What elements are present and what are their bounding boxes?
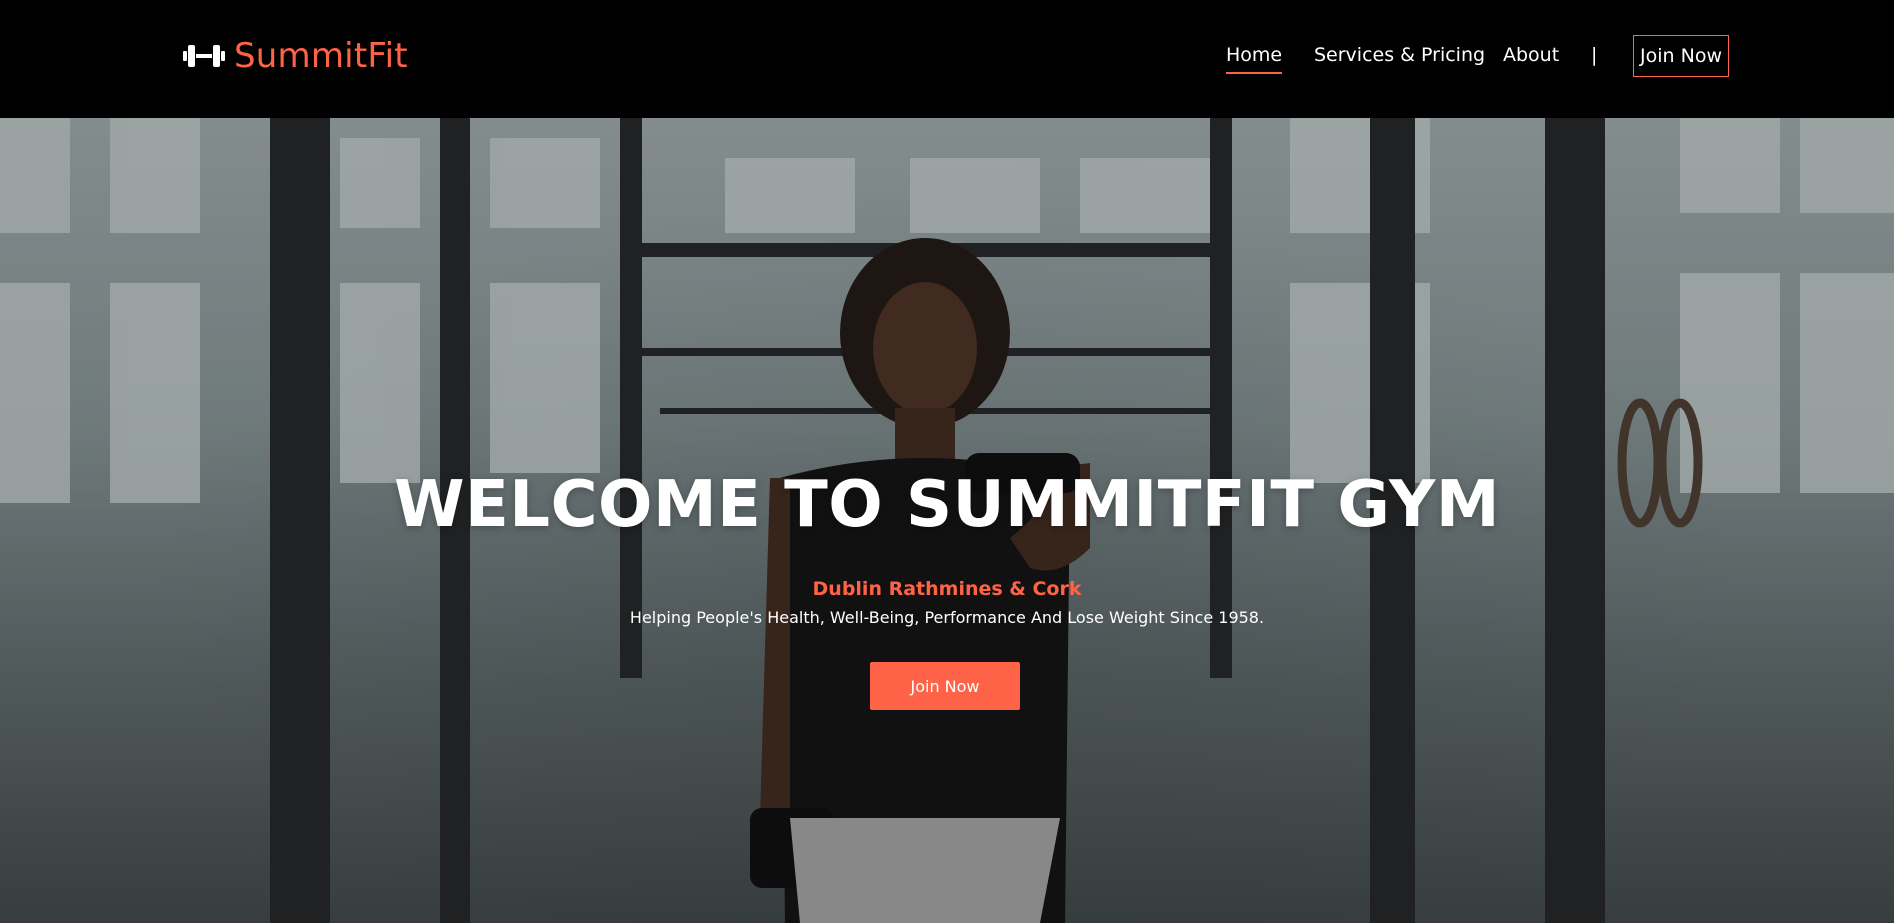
nav-item-about[interactable]: About [1503,44,1559,66]
nav-join-now-button[interactable]: Join Now [1633,35,1729,77]
dumbbell-icon [183,45,225,67]
top-navbar: SummitFit Home Services & Pricing About … [0,0,1894,118]
brand-logo-link[interactable]: SummitFit [183,36,408,76]
hero-title: WELCOME TO SUMMITFIT GYM [393,468,1501,542]
hero-section: WELCOME TO SUMMITFIT GYM Dublin Rathmine… [0,118,1894,923]
brand-name: SummitFit [234,36,408,76]
nav-item-services-pricing[interactable]: Services & Pricing [1314,44,1485,66]
hero-join-now-button[interactable]: Join Now [870,662,1020,710]
hero-tagline: Helping People's Health, Well-Being, Per… [629,608,1265,627]
nav-separator: | [1591,44,1598,66]
hero-location: Dublin Rathmines & Cork [812,578,1082,600]
nav-item-home[interactable]: Home [1226,44,1283,74]
